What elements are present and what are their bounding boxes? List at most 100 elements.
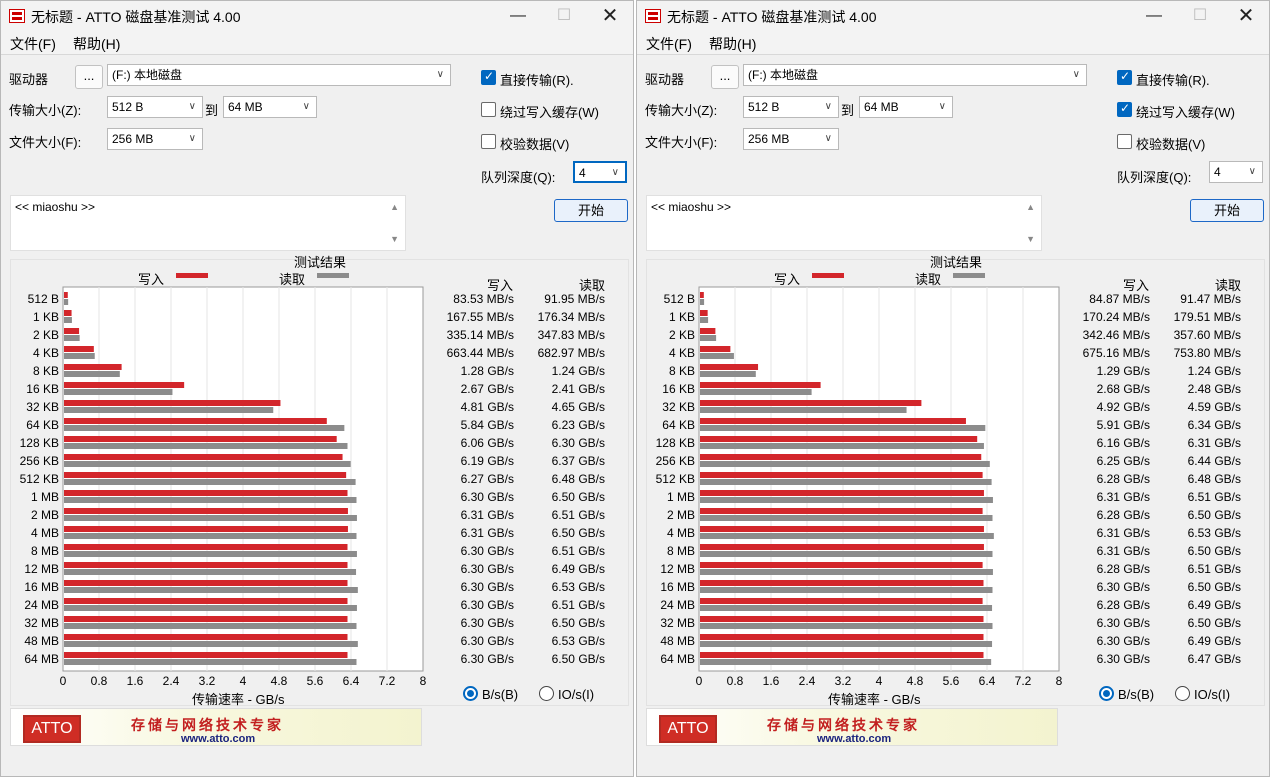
write-value-label: 6.28 GB/s	[1097, 598, 1150, 612]
bar-read	[700, 533, 994, 539]
write-value-label: 6.31 GB/s	[1097, 490, 1150, 504]
write-value-label: 2.68 GB/s	[1097, 382, 1150, 396]
read-value-label: 6.50 GB/s	[1188, 544, 1241, 558]
bar-read	[700, 551, 993, 557]
bar-write	[700, 454, 982, 460]
write-value-label: 6.28 GB/s	[1097, 472, 1150, 486]
read-value-label: 6.47 GB/s	[1188, 652, 1241, 666]
write-value-label: 83.53 MB/s	[453, 292, 514, 306]
write-value-label: 4.81 GB/s	[461, 400, 514, 414]
bar-write	[64, 346, 94, 352]
radio-io-per-sec[interactable]	[539, 686, 554, 701]
x-tick-label: 8	[1056, 674, 1063, 688]
bar-write	[700, 472, 983, 478]
bar-read	[64, 569, 357, 575]
banner-url[interactable]: www.atto.com	[817, 733, 891, 745]
read-value-label: 4.65 GB/s	[552, 400, 605, 414]
write-value-label: 335.14 MB/s	[447, 328, 514, 342]
bar-read	[64, 497, 357, 503]
read-value-label: 6.23 GB/s	[552, 418, 605, 432]
x-tick-label: 6.4	[979, 674, 996, 688]
write-value-label: 6.30 GB/s	[1097, 616, 1150, 630]
atto-banner[interactable]: ATTO 存储与网络技术专家 www.atto.com	[10, 708, 422, 746]
read-value-label: 6.31 GB/s	[1188, 436, 1241, 450]
write-value-label: 6.30 GB/s	[461, 616, 514, 630]
category-label: 1 KB	[669, 310, 695, 324]
write-value-label: 6.06 GB/s	[461, 436, 514, 450]
radio-io-per-sec-label: IO/s(I)	[1194, 687, 1231, 702]
read-value-label: 6.49 GB/s	[1188, 634, 1241, 648]
read-value-label: 6.50 GB/s	[552, 616, 605, 630]
write-value-label: 1.28 GB/s	[461, 364, 514, 378]
bar-read	[64, 605, 357, 611]
x-tick-label: 0	[696, 674, 703, 688]
x-tick-label: 4.8	[907, 674, 924, 688]
bar-read	[700, 407, 907, 413]
bar-read	[700, 317, 709, 323]
bar-read	[700, 641, 993, 647]
read-value-label: 6.51 GB/s	[552, 508, 605, 522]
read-value-label: 6.50 GB/s	[1188, 508, 1241, 522]
read-value-label: 179.51 MB/s	[1174, 310, 1241, 324]
bar-read	[700, 623, 993, 629]
category-label: 16 MB	[24, 580, 59, 594]
banner-url[interactable]: www.atto.com	[181, 733, 255, 745]
category-label: 16 MB	[660, 580, 695, 594]
category-label: 512 B	[28, 292, 59, 306]
read-value-label: 2.48 GB/s	[1188, 382, 1241, 396]
bar-write	[700, 418, 966, 424]
atto-logo: ATTO	[23, 715, 81, 743]
category-label: 2 MB	[667, 508, 695, 522]
read-value-label: 753.80 MB/s	[1174, 346, 1241, 360]
bar-read	[64, 317, 72, 323]
bar-read	[700, 479, 992, 485]
bar-write	[64, 418, 327, 424]
atto-logo: ATTO	[659, 715, 717, 743]
radio-bytes-per-sec[interactable]	[463, 686, 478, 701]
write-value-label: 6.28 GB/s	[1097, 508, 1150, 522]
bar-write	[700, 544, 984, 550]
category-label: 24 MB	[660, 598, 695, 612]
bar-write	[64, 544, 348, 550]
write-value-label: 6.30 GB/s	[461, 490, 514, 504]
x-tick-label: 8	[420, 674, 427, 688]
x-tick-label: 0.8	[91, 674, 108, 688]
atto-window-2: 无标题 - ATTO 磁盘基准测试 4.00 — ☐ ✕ 文件(F) 帮助(H)…	[636, 0, 1270, 777]
bar-read	[64, 353, 95, 359]
atto-banner[interactable]: ATTO 存储与网络技术专家 www.atto.com	[646, 708, 1058, 746]
results-chart: 0 0.8 1.6 2.4 3.2 4 4.8 5.6 6.4 7.2 8 512 B 83.53 MB…	[20, 286, 605, 688]
write-value-label: 6.30 GB/s	[1097, 652, 1150, 666]
read-value-label: 1.24 GB/s	[1188, 364, 1241, 378]
bar-read	[700, 425, 986, 431]
x-tick-label: 7.2	[379, 674, 396, 688]
bar-read	[64, 659, 357, 665]
results-chart: 0 0.8 1.6 2.4 3.2 4 4.8 5.6 6.4 7.2 8 512 B 84.87 MB…	[656, 286, 1241, 688]
bar-read	[700, 659, 992, 665]
x-tick-label: 1.6	[763, 674, 780, 688]
atto-window-1: 无标题 - ATTO 磁盘基准测试 4.00 — ☐ ✕ 文件(F) 帮助(H)…	[0, 0, 634, 777]
x-tick-label: 7.2	[1015, 674, 1032, 688]
category-label: 32 KB	[26, 400, 59, 414]
bar-read	[64, 407, 274, 413]
write-value-label: 6.19 GB/s	[461, 454, 514, 468]
bar-write	[64, 436, 337, 442]
bar-read	[700, 353, 734, 359]
bar-write	[700, 436, 978, 442]
radio-io-per-sec[interactable]	[1175, 686, 1190, 701]
bar-write	[64, 616, 348, 622]
category-label: 8 MB	[31, 544, 59, 558]
x-axis-label: 传输速率 - GB/s	[192, 692, 285, 707]
banner-slogan: 存储与网络技术专家	[767, 718, 920, 734]
bar-write	[700, 310, 708, 316]
read-value-label: 6.30 GB/s	[552, 436, 605, 450]
x-axis-label: 传输速率 - GB/s	[828, 692, 921, 707]
bar-read	[700, 461, 990, 467]
radio-bytes-per-sec[interactable]	[1099, 686, 1114, 701]
bar-write	[64, 508, 348, 514]
bar-write	[64, 490, 348, 496]
read-value-label: 6.53 GB/s	[1188, 526, 1241, 540]
read-value-label: 6.48 GB/s	[552, 472, 605, 486]
read-value-label: 6.50 GB/s	[552, 490, 605, 504]
bar-read	[64, 479, 356, 485]
bar-write	[64, 598, 348, 604]
